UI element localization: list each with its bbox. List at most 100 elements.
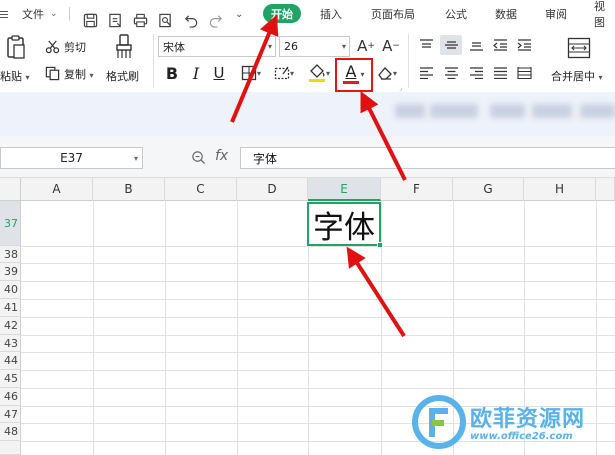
copy-button[interactable]: 复制 ▾ [64, 66, 94, 82]
align-middle-icon[interactable] [440, 35, 462, 55]
active-cell-e37[interactable]: 字体 [307, 202, 381, 246]
spreadsheet-app: 文件 ⌄ ⌄ 开始 插入 页面布局 公式 数据 审阅 视图 粘贴 ▾ 剪切 复制… [0, 0, 615, 455]
font-name-value: 宋体 [163, 40, 185, 54]
gridline [381, 201, 382, 455]
cell-style-icon [274, 66, 290, 80]
tab-insert-label: 插入 [320, 8, 342, 21]
distributed-align-icon[interactable] [515, 65, 533, 81]
divider [408, 34, 409, 88]
align-bottom-icon[interactable] [467, 37, 485, 53]
italic-button[interactable]: I [188, 63, 204, 83]
decrease-indent-icon[interactable] [491, 37, 509, 53]
gridline [21, 352, 615, 353]
column-header[interactable]: C [165, 178, 237, 201]
tab-insert[interactable]: 插入 [320, 0, 342, 28]
tab-formulas[interactable]: 公式 [445, 0, 467, 28]
row-header[interactable] [0, 441, 21, 455]
ribbon-toolbar: 粘贴 ▾ 剪切 复制 ▾ 格式刷 宋体 ▾ 26 ▾ A + A − B I U… [0, 28, 615, 92]
fill-handle[interactable] [377, 242, 383, 248]
row-header[interactable]: 40 [0, 281, 21, 299]
font-size-select[interactable]: 26 ▾ [279, 36, 350, 57]
chevron-down-icon: ▾ [256, 68, 261, 78]
align-right-icon[interactable] [467, 65, 485, 81]
column-header[interactable]: G [453, 178, 524, 201]
merge-center-icon[interactable] [566, 36, 592, 60]
tab-page-layout[interactable]: 页面布局 [371, 0, 415, 28]
copy-icon[interactable] [44, 65, 60, 81]
paste-icon[interactable] [4, 34, 28, 60]
align-center-icon[interactable] [442, 65, 460, 81]
gridline [21, 317, 615, 318]
format-painter-icon[interactable] [113, 33, 135, 61]
gridline [21, 281, 615, 282]
more-dropdown-icon[interactable]: ⌄ [235, 0, 243, 28]
column-header[interactable]: A [21, 178, 93, 201]
row-header-selected[interactable]: 37 [0, 201, 21, 246]
row-header[interactable]: 38 [0, 246, 21, 263]
column-header[interactable]: B [93, 178, 165, 201]
align-top-icon[interactable] [417, 37, 435, 53]
name-box[interactable]: E37 ▾ [0, 147, 143, 169]
row-header[interactable]: 39 [0, 263, 21, 281]
zoom-search-icon[interactable] [190, 149, 206, 165]
dialog-launcher-icon[interactable]: ⌟ [398, 85, 403, 92]
formula-bar: E37 ▾ fx 字体 [0, 136, 615, 178]
merge-center-label: 合并居中 [551, 70, 595, 83]
increase-indent-icon[interactable] [515, 37, 533, 53]
fill-color-button[interactable]: ▾ [304, 62, 334, 84]
column-header-selected[interactable]: E [308, 178, 381, 201]
column-header[interactable]: F [381, 178, 453, 201]
gridline [93, 201, 94, 455]
font-size-decrease-icon[interactable]: A − [381, 35, 401, 57]
watermark-text: 欧菲资源网 [470, 407, 586, 432]
file-menu[interactable]: 文件 ⌄ [22, 0, 58, 28]
row-header[interactable]: 41 [0, 299, 21, 317]
row-header[interactable]: 42 [0, 317, 21, 335]
underline-button[interactable]: U [210, 63, 228, 83]
chevron-down-icon: ▾ [325, 68, 330, 78]
clear-format-button[interactable]: ▾ [373, 64, 401, 82]
row-header[interactable]: 44 [0, 352, 21, 370]
merge-center-button[interactable]: 合并居中 ▾ [551, 68, 603, 84]
divider [69, 7, 70, 21]
font-size-increase-icon[interactable]: A + [356, 35, 376, 57]
gridline [21, 299, 615, 300]
align-left-icon[interactable] [417, 65, 435, 81]
column-header[interactable]: D [237, 178, 308, 201]
divider [153, 34, 154, 88]
format-painter-button[interactable]: 格式刷 [106, 68, 139, 84]
paste-button[interactable]: 粘贴 ▾ [0, 68, 30, 84]
blurred-region [580, 104, 615, 118]
fill-bucket-icon [308, 64, 325, 82]
row-header[interactable]: 48 [0, 423, 21, 441]
tab-review[interactable]: 审阅 [545, 0, 567, 28]
row-header[interactable]: 47 [0, 406, 21, 423]
chevron-down-icon: ▾ [289, 68, 294, 78]
chevron-down-icon: ▾ [133, 154, 138, 163]
tab-home-label: 开始 [271, 7, 293, 21]
row-header[interactable]: 46 [0, 388, 21, 406]
formula-input[interactable]: 字体 [240, 147, 615, 169]
column-header[interactable]: H [524, 178, 596, 201]
row-header[interactable]: 43 [0, 335, 21, 352]
annotation-highlight-box [335, 58, 373, 92]
chevron-down-icon: ▾ [341, 42, 346, 51]
tab-home[interactable]: 开始 [263, 4, 301, 23]
borders-button[interactable]: ▾ [237, 64, 265, 82]
tab-data[interactable]: 数据 [495, 0, 517, 28]
row-header[interactable]: 45 [0, 370, 21, 388]
select-all-corner[interactable] [0, 178, 21, 201]
tab-view[interactable]: 视图 [594, 0, 615, 29]
gridline [21, 370, 615, 371]
cut-button[interactable]: 剪切 [64, 39, 86, 55]
font-name-select[interactable]: 宋体 ▾ [158, 36, 276, 57]
scissors-icon[interactable] [44, 38, 60, 54]
column-header[interactable] [596, 178, 615, 201]
menu-icon[interactable] [0, 0, 10, 28]
fx-icon[interactable]: fx [215, 148, 228, 164]
bold-button[interactable]: B [163, 63, 181, 83]
cell-style-button[interactable]: ▾ [270, 64, 298, 82]
gridline [21, 388, 615, 389]
justify-icon[interactable] [491, 65, 509, 81]
blurred-region [395, 104, 425, 118]
